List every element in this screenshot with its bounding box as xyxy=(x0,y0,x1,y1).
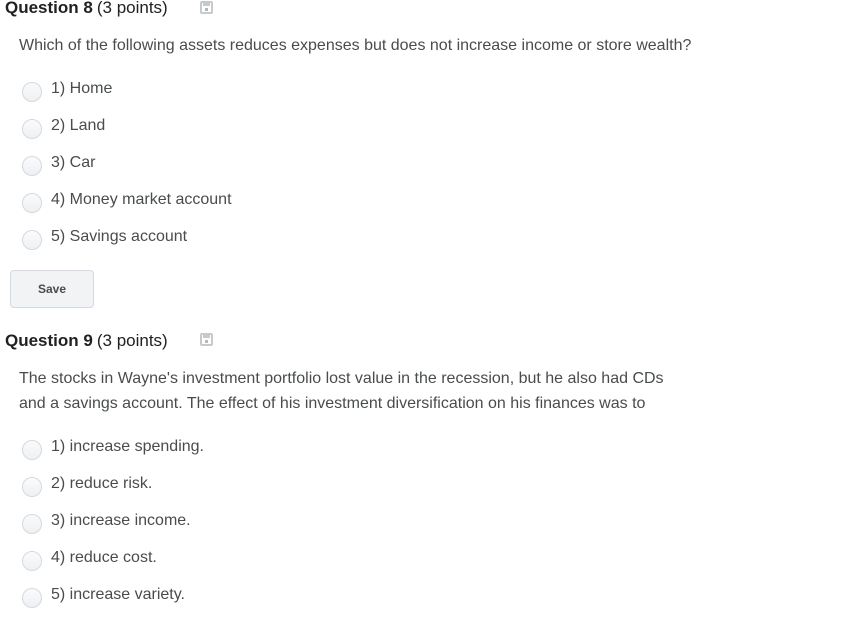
option-label: 4) Money market account xyxy=(51,191,232,208)
question-9-option-5[interactable]: 5) increase variety. xyxy=(22,583,185,608)
radio-button[interactable] xyxy=(22,588,42,608)
radio-button[interactable] xyxy=(22,193,42,213)
radio-button[interactable] xyxy=(22,477,42,497)
option-label: 1) increase spending. xyxy=(51,438,204,455)
question-8-option-4[interactable]: 4) Money market account xyxy=(22,188,232,213)
question-9-header: Question 9 (3 points) xyxy=(5,330,168,352)
question-8-option-5[interactable]: 5) Savings account xyxy=(22,225,188,250)
question-title: Question 9 xyxy=(5,331,93,350)
save-status-icon xyxy=(200,1,213,14)
radio-button[interactable] xyxy=(22,82,42,102)
question-9-option-2[interactable]: 2) reduce risk. xyxy=(22,472,153,497)
question-8-option-3[interactable]: 3) Car xyxy=(22,151,96,176)
question-9-prompt: The stocks in Wayne's investment portfol… xyxy=(19,366,664,416)
option-label: 2) reduce risk. xyxy=(51,475,153,492)
radio-button[interactable] xyxy=(22,156,42,176)
option-label: 3) Car xyxy=(51,154,96,171)
option-label: 5) Savings account xyxy=(51,228,188,245)
radio-button[interactable] xyxy=(22,440,42,460)
option-label: 2) Land xyxy=(51,117,106,134)
radio-button[interactable] xyxy=(22,119,42,139)
option-label: 5) increase variety. xyxy=(51,586,185,603)
question-title: Question 8 xyxy=(5,0,93,17)
question-8-option-2[interactable]: 2) Land xyxy=(22,114,106,139)
question-points: (3 points) xyxy=(96,331,168,350)
question-9-option-3[interactable]: 3) increase income. xyxy=(22,509,191,534)
radio-button[interactable] xyxy=(22,230,42,250)
question-8-option-1[interactable]: 1) Home xyxy=(22,77,113,102)
question-points: (3 points) xyxy=(96,0,168,17)
question-8-prompt: Which of the following assets reduces ex… xyxy=(19,33,691,58)
question-8-header: Question 8 (3 points) xyxy=(5,0,168,19)
save-status-icon xyxy=(200,333,213,346)
question-9-option-1[interactable]: 1) increase spending. xyxy=(22,435,204,460)
option-label: 3) increase income. xyxy=(51,512,191,529)
radio-button[interactable] xyxy=(22,514,42,534)
option-label: 4) reduce cost. xyxy=(51,549,157,566)
prompt-line: and a savings account. The effect of his… xyxy=(19,395,646,412)
prompt-line: The stocks in Wayne's investment portfol… xyxy=(19,370,664,387)
option-label: 1) Home xyxy=(51,80,113,97)
prompt-line: Which of the following assets reduces ex… xyxy=(19,37,692,54)
radio-button[interactable] xyxy=(22,551,42,571)
save-button[interactable]: Save xyxy=(10,270,94,308)
question-9-option-4[interactable]: 4) reduce cost. xyxy=(22,546,157,571)
